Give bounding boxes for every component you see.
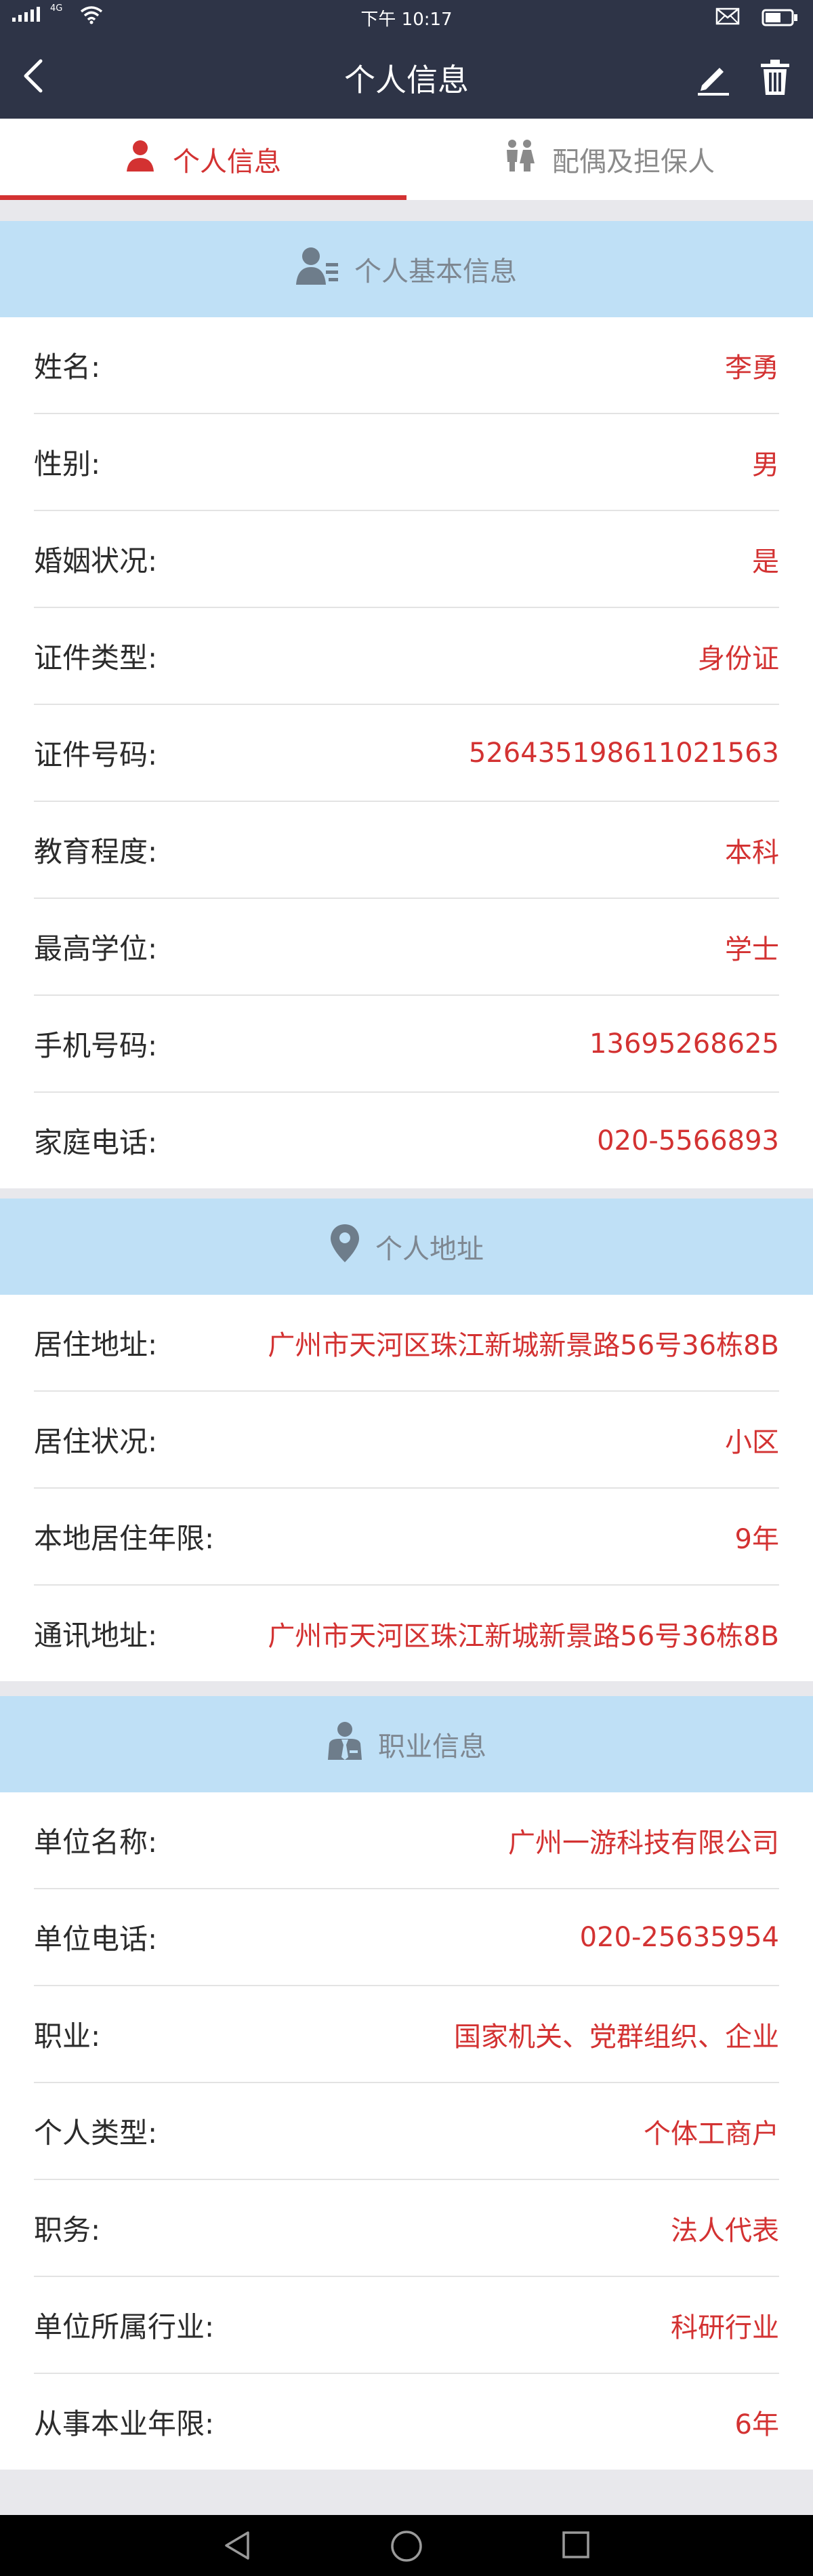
- person-card-icon: [296, 245, 339, 293]
- field-label: 证件类型:: [34, 641, 158, 675]
- info-card: 居住地址: 广州市天河区珠江新城新景路56号36栋8B 居住状况: 小区 本地居住年…: [0, 1295, 813, 1681]
- field-label: 性别:: [34, 447, 101, 481]
- field-value: 6年: [734, 2409, 779, 2440]
- system-nav-bar: [0, 2515, 813, 2576]
- field-value: 法人代表: [671, 2215, 779, 2247]
- field-value: 广州一游科技有限公司: [508, 1827, 779, 1859]
- field-value: 是: [752, 546, 779, 578]
- field-value: 小区: [725, 1426, 779, 1458]
- field-mobile: 手机号码: 13695268625: [34, 996, 779, 1093]
- field-label: 本地居住年限:: [34, 1522, 215, 1555]
- status-bar: 4G 下午 10:17: [0, 0, 813, 34]
- field-value: 526435198611021563: [468, 737, 779, 769]
- businessman-icon: [327, 1720, 363, 1768]
- field-label: 居住状况:: [34, 1425, 158, 1458]
- tab-label: 个人信息: [173, 146, 281, 178]
- field-label: 婚姻状况:: [34, 544, 158, 578]
- field-value: 男: [752, 449, 779, 481]
- field-value: 020-25635954: [579, 1921, 779, 1953]
- field-value: 13695268625: [589, 1028, 779, 1060]
- section-basic-info: 个人基本信息 姓名: 李勇 性别: 男 婚姻状况: 是 证件类型: 身份证 证件号码: 5…: [0, 221, 813, 1188]
- page-title: 个人信息: [344, 62, 469, 98]
- field-name: 姓名: 李勇: [34, 317, 779, 414]
- trash-icon[interactable]: [759, 58, 791, 99]
- section-address: 个人地址 居住地址: 广州市天河区珠江新城新景路56号36栋8B 居住状况: 小区 …: [0, 1199, 813, 1681]
- field-value: 国家机关、党群组织、企业: [454, 2021, 779, 2053]
- field-label: 教育程度:: [34, 835, 158, 868]
- field-label: 证件号码:: [34, 738, 158, 771]
- field-company-name: 单位名称: 广州一游科技有限公司: [34, 1792, 779, 1889]
- field-label: 从事本业年限:: [34, 2407, 215, 2440]
- field-value: 9年: [734, 1523, 779, 1555]
- field-label: 通讯地址:: [34, 1619, 158, 1652]
- field-label: 手机号码:: [34, 1029, 158, 1062]
- pencil-icon[interactable]: [695, 60, 732, 99]
- field-value: 020-5566893: [597, 1125, 779, 1156]
- info-card: 姓名: 李勇 性别: 男 婚姻状况: 是 证件类型: 身份证 证件号码: 52643519…: [0, 317, 813, 1188]
- section-header: 个人地址: [0, 1199, 813, 1295]
- field-residence-status: 居住状况: 小区: [34, 1392, 779, 1489]
- field-value: 身份证: [698, 643, 779, 675]
- field-home-phone: 家庭电话: 020-5566893: [34, 1093, 779, 1188]
- section-job: 职业信息 单位名称: 广州一游科技有限公司 单位电话: 020-25635954 职…: [0, 1696, 813, 2470]
- field-occupation: 职业: 国家机关、党群组织、企业: [34, 1986, 779, 2083]
- field-degree: 最高学位: 学士: [34, 899, 779, 996]
- battery-icon: [762, 9, 798, 31]
- field-local-years: 本地居住年限: 9年: [34, 1489, 779, 1586]
- section-header: 职业信息: [0, 1696, 813, 1792]
- field-industry: 单位所属行业: 科研行业: [34, 2277, 779, 2374]
- app-header: 个人信息: [0, 34, 813, 119]
- tab-spouse-guarantor[interactable]: 配偶及担保人: [406, 119, 813, 200]
- field-label: 职务:: [34, 2213, 101, 2247]
- field-residence-address: 居住地址: 广州市天河区珠江新城新景路56号36栋8B: [34, 1295, 779, 1392]
- field-value: 广州市天河区珠江新城新景路56号36栋8B: [268, 1329, 779, 1361]
- field-value: 广州市天河区珠江新城新景路56号36栋8B: [268, 1620, 779, 1652]
- field-company-phone: 单位电话: 020-25635954: [34, 1889, 779, 1986]
- couple-icon: [505, 139, 535, 180]
- mail-icon: [715, 7, 740, 31]
- nav-home-icon[interactable]: [389, 2529, 424, 2567]
- field-label: 单位电话:: [34, 1923, 158, 1956]
- field-gender: 性别: 男: [34, 414, 779, 511]
- field-label: 居住地址:: [34, 1328, 158, 1361]
- field-id-type: 证件类型: 身份证: [34, 608, 779, 705]
- field-industry-years: 从事本业年限: 6年: [34, 2374, 779, 2470]
- field-value: 本科: [725, 837, 779, 868]
- person-icon: [125, 139, 155, 180]
- field-label: 个人类型:: [34, 2116, 158, 2150]
- field-label: 职业:: [34, 2019, 101, 2053]
- field-marital-status: 婚姻状况: 是: [34, 511, 779, 608]
- field-label: 单位所属行业:: [34, 2310, 215, 2343]
- field-label: 最高学位:: [34, 932, 158, 965]
- field-label: 姓名:: [34, 350, 101, 384]
- section-title: 职业信息: [378, 1731, 486, 1763]
- field-value: 个体工商户: [644, 2118, 779, 2150]
- nav-recents-icon[interactable]: [560, 2529, 592, 2564]
- field-label: 单位名称:: [34, 1826, 158, 1859]
- tab-personal-info[interactable]: 个人信息: [0, 119, 406, 200]
- section-header: 个人基本信息: [0, 221, 813, 317]
- tab-label: 配偶及担保人: [552, 146, 715, 178]
- info-card: 单位名称: 广州一游科技有限公司 单位电话: 020-25635954 职业: 国家机…: [0, 1792, 813, 2470]
- field-education: 教育程度: 本科: [34, 802, 779, 899]
- tab-bar: 个人信息 配偶及担保人: [0, 119, 813, 200]
- field-label: 家庭电话:: [34, 1126, 158, 1159]
- field-id-number: 证件号码: 526435198611021563: [34, 705, 779, 802]
- section-title: 个人地址: [375, 1234, 484, 1265]
- field-value: 学士: [725, 933, 779, 965]
- status-time: 下午 10:17: [360, 9, 453, 30]
- field-position: 职务: 法人代表: [34, 2180, 779, 2277]
- location-pin-icon: [329, 1223, 360, 1270]
- field-value: 科研行业: [671, 2312, 779, 2343]
- field-value: 李勇: [725, 352, 779, 384]
- section-title: 个人基本信息: [354, 256, 517, 287]
- field-personal-type: 个人类型: 个体工商户: [34, 2083, 779, 2180]
- field-mailing-address: 通讯地址: 广州市天河区珠江新城新景路56号36栋8B: [34, 1586, 779, 1681]
- nav-back-icon[interactable]: [221, 2529, 255, 2565]
